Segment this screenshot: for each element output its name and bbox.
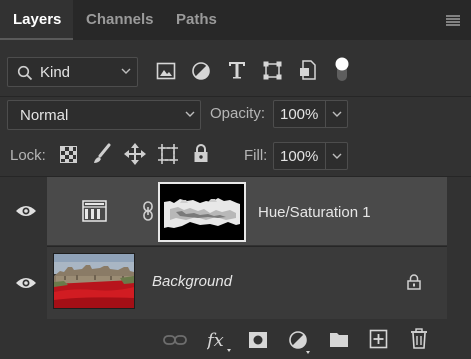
panel-tab-bar: Layers Channels Paths bbox=[0, 0, 471, 40]
fill-field[interactable]: 100% bbox=[273, 142, 348, 170]
lock-image-pixels-icon[interactable] bbox=[92, 143, 112, 165]
opacity-label: Opacity: bbox=[210, 105, 266, 122]
svg-text:fx: fx bbox=[207, 330, 224, 351]
fill-label: Fill: bbox=[244, 147, 268, 164]
chevron-down-icon[interactable] bbox=[332, 111, 342, 118]
hue-saturation-adjustment-icon bbox=[82, 200, 107, 222]
fill-value: 100% bbox=[280, 148, 319, 165]
layer-lock-icon[interactable] bbox=[407, 274, 421, 290]
lock-all-icon[interactable] bbox=[193, 144, 209, 163]
layer-mask-thumbnail[interactable] bbox=[158, 182, 246, 242]
layer-name-background: Background bbox=[152, 273, 233, 290]
eye-icon[interactable] bbox=[15, 204, 37, 218]
layer-style-fx-icon[interactable]: fx bbox=[207, 329, 233, 353]
eye-icon[interactable] bbox=[15, 276, 37, 290]
layer-row-hue-saturation[interactable]: Hue/Saturation 1 bbox=[47, 177, 447, 245]
tab-channels-label: Channels bbox=[86, 11, 154, 28]
adjustment-layer-filter-icon[interactable] bbox=[191, 61, 211, 81]
new-layer-icon[interactable] bbox=[369, 329, 388, 349]
pixel-layer-filter-icon[interactable] bbox=[156, 62, 176, 80]
opacity-value: 100% bbox=[280, 106, 319, 123]
panel-menu-icon[interactable] bbox=[446, 14, 460, 26]
lock-label: Lock: bbox=[10, 147, 46, 164]
search-icon bbox=[17, 65, 33, 81]
opacity-separator bbox=[325, 101, 326, 127]
layer-name-hue-saturation: Hue/Saturation 1 bbox=[258, 204, 371, 221]
layer-row-background[interactable]: Background bbox=[47, 247, 447, 319]
chevron-down-icon[interactable] bbox=[332, 153, 342, 160]
link-icon[interactable] bbox=[142, 201, 154, 221]
background-layer-thumbnail bbox=[53, 253, 135, 309]
filter-toggle-switch[interactable] bbox=[334, 56, 350, 84]
opacity-field[interactable]: 100% bbox=[273, 100, 348, 128]
chevron-down-icon bbox=[121, 68, 131, 75]
tab-paths[interactable]: Paths bbox=[176, 0, 217, 40]
tab-layers-label: Layers bbox=[13, 11, 62, 28]
tab-layers[interactable]: Layers bbox=[0, 0, 73, 40]
smart-object-filter-icon[interactable] bbox=[299, 60, 317, 80]
new-group-folder-icon[interactable] bbox=[329, 331, 349, 348]
layers-bottom-toolbar bbox=[0, 321, 471, 359]
add-mask-icon[interactable] bbox=[248, 331, 268, 349]
tab-paths-label: Paths bbox=[176, 11, 217, 28]
filter-kind-value: Kind bbox=[40, 64, 71, 81]
blend-mode-value: Normal bbox=[20, 107, 69, 124]
chevron-down-icon bbox=[185, 111, 195, 118]
new-adjustment-layer-icon[interactable] bbox=[288, 330, 312, 354]
lock-position-icon[interactable] bbox=[124, 143, 146, 165]
shape-layer-filter-icon[interactable] bbox=[263, 61, 282, 80]
filter-kind-dropdown[interactable]: Kind bbox=[7, 57, 138, 87]
lock-transparent-pixels-icon[interactable] bbox=[60, 146, 77, 163]
toolbar-divider bbox=[0, 96, 471, 97]
blend-mode-dropdown[interactable]: Normal bbox=[7, 100, 201, 130]
lock-artboard-icon[interactable] bbox=[157, 143, 179, 165]
type-layer-filter-icon[interactable] bbox=[228, 61, 246, 79]
link-layers-icon[interactable] bbox=[163, 333, 187, 347]
delete-layer-trash-icon[interactable] bbox=[409, 328, 429, 350]
fill-separator bbox=[325, 143, 326, 169]
tab-channels[interactable]: Channels bbox=[86, 0, 154, 40]
